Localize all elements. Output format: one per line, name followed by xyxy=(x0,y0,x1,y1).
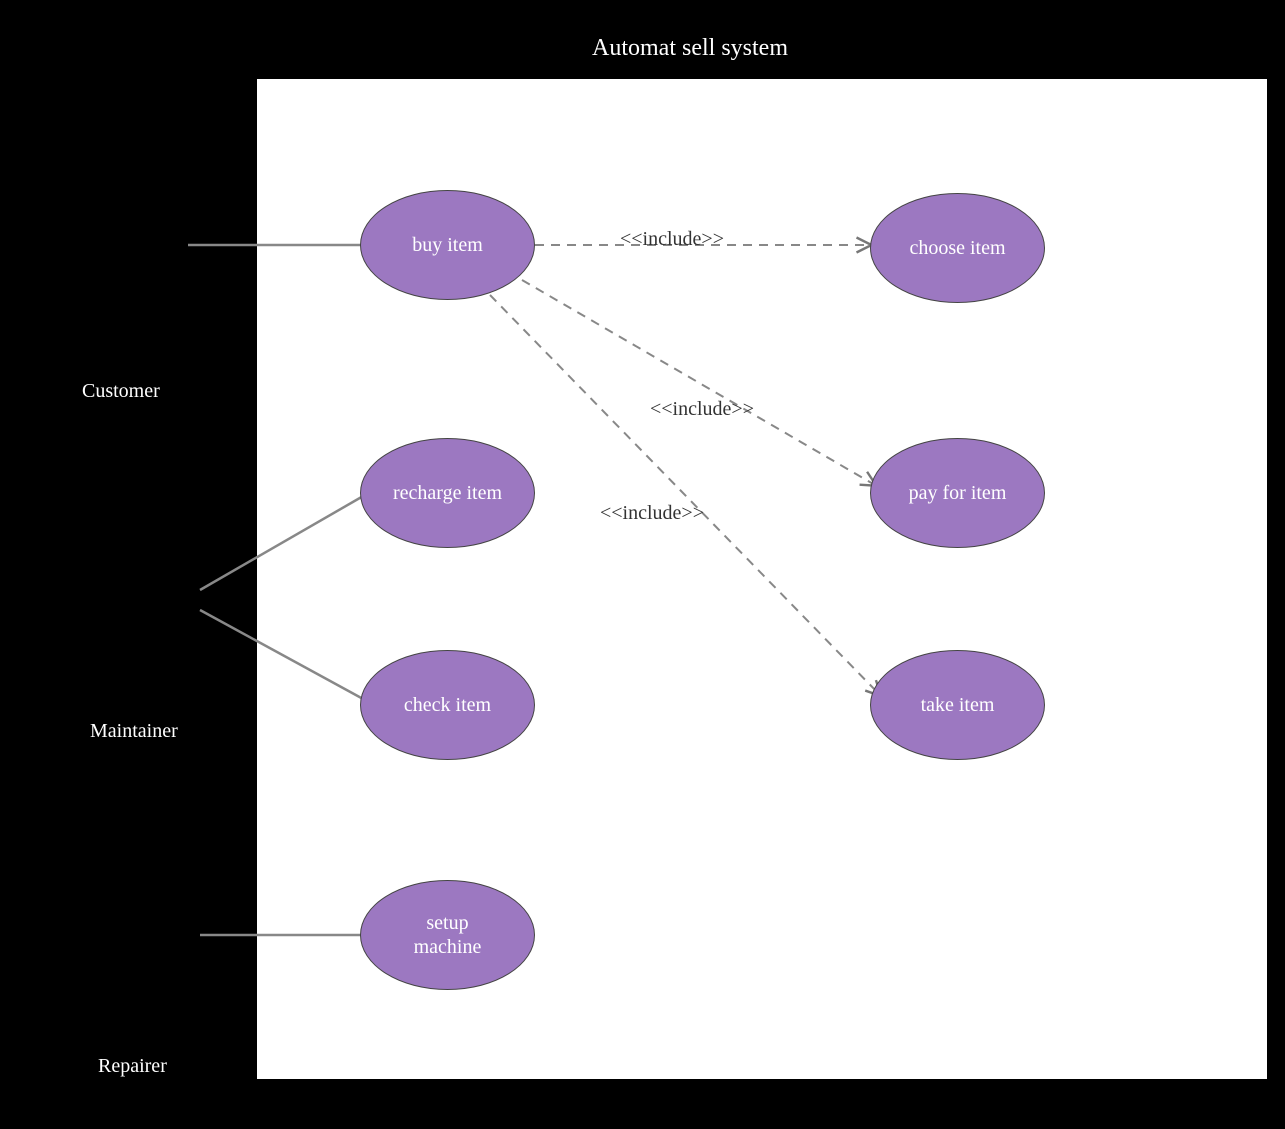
diagram-canvas: Automat sell system Customer xyxy=(0,0,1285,1129)
actor-customer xyxy=(75,173,185,363)
usecase-label: choose item xyxy=(909,236,1005,260)
actor-repairer-label: Repairer xyxy=(98,1055,167,1078)
usecase-pay-for-item: pay for item xyxy=(870,438,1045,548)
actor-repairer xyxy=(92,840,202,1030)
usecase-label: pay for item xyxy=(909,481,1007,505)
usecase-recharge-item: recharge item xyxy=(360,438,535,548)
usecase-take-item: take item xyxy=(870,650,1045,760)
usecase-check-item: check item xyxy=(360,650,535,760)
include-label-2: <<include>> xyxy=(650,398,754,421)
actor-maintainer xyxy=(92,500,202,690)
system-title: Automat sell system xyxy=(560,35,820,62)
usecase-label: buy item xyxy=(412,233,483,257)
usecase-buy-item: buy item xyxy=(360,190,535,300)
usecase-setup-machine: setup machine xyxy=(360,880,535,990)
actor-customer-label: Customer xyxy=(82,380,160,403)
include-label-3: <<include>> xyxy=(600,502,704,525)
usecase-label: take item xyxy=(921,693,995,717)
usecase-label: check item xyxy=(404,693,491,717)
actor-maintainer-label: Maintainer xyxy=(90,720,178,743)
usecase-choose-item: choose item xyxy=(870,193,1045,303)
usecase-label: recharge item xyxy=(393,481,502,505)
usecase-label: setup machine xyxy=(414,911,482,959)
include-label-1: <<include>> xyxy=(620,228,724,251)
